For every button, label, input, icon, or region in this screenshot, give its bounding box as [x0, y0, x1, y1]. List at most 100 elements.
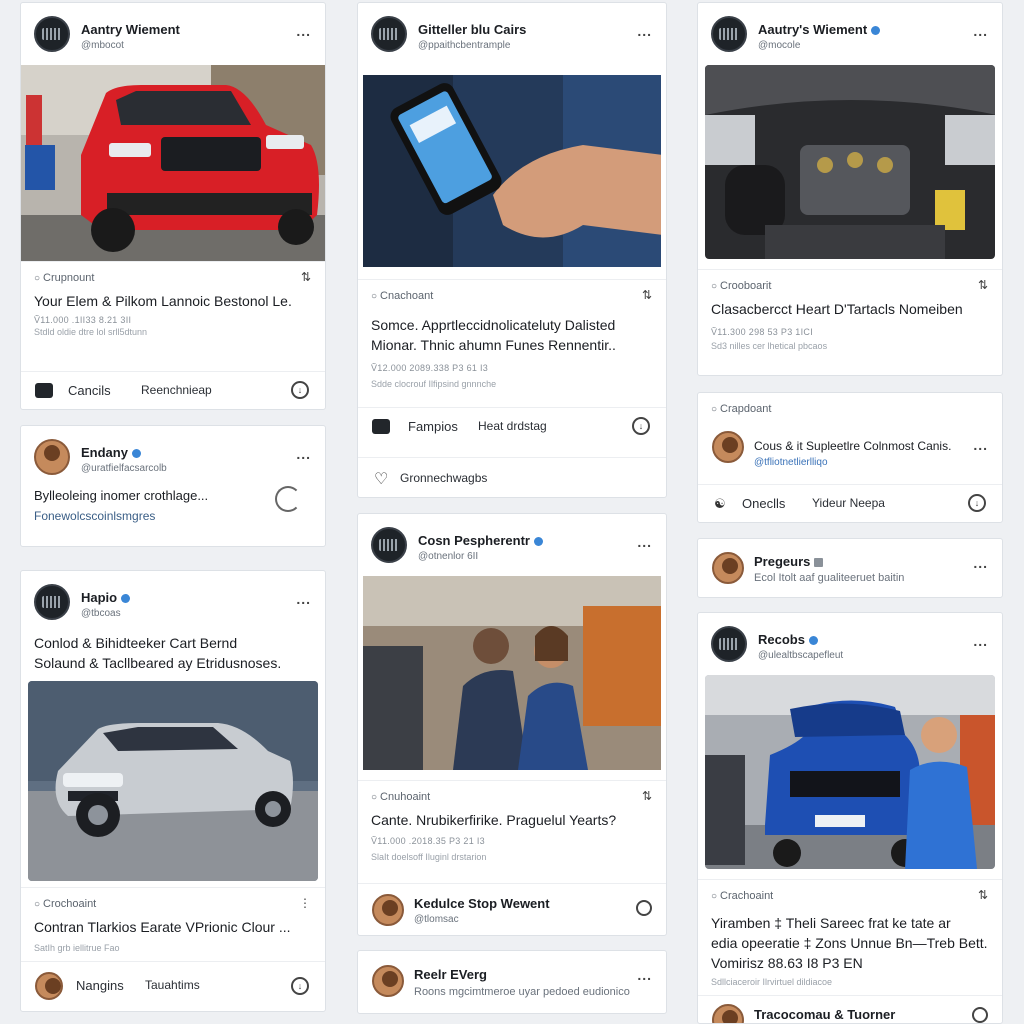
account-handle[interactable]: @otnenlor 6II: [418, 551, 478, 562]
more-icon[interactable]: ...: [296, 591, 311, 607]
account-name[interactable]: Endany: [81, 445, 141, 460]
account-avatar[interactable]: [34, 584, 70, 620]
more-icon[interactable]: ...: [637, 23, 652, 39]
bookmark-icon[interactable]: ↓: [291, 977, 309, 995]
account-name[interactable]: Pregeurs: [754, 554, 824, 569]
cancel-button[interactable]: Cancils: [68, 383, 111, 398]
account-handle[interactable]: @tbcoas: [81, 608, 121, 619]
post-source[interactable]: Crachoaint: [711, 890, 773, 902]
research-button[interactable]: Reenchnieap: [141, 383, 212, 397]
post-source[interactable]: Crupnount: [34, 272, 94, 284]
post-image-red-jeep[interactable]: [21, 65, 325, 261]
post-headline[interactable]: Clasacbercct Heart D'Tartacls Nomeiben: [698, 299, 1002, 319]
post-source[interactable]: Crooboarit: [711, 280, 771, 292]
post-headline-line-1[interactable]: Yiramben ‡ Theli Sareec frat ke tate ar: [698, 913, 1002, 933]
bookmark-icon[interactable]: [972, 1007, 988, 1023]
post-text: Cous & it Supleetlre Colnmost Canis.: [754, 439, 952, 453]
post-link[interactable]: @tfliotnetlierlliqo: [754, 457, 828, 468]
related-account-name[interactable]: Tracocomau & Tuorner: [754, 1007, 895, 1022]
briefcase-icon[interactable]: [35, 383, 53, 398]
post-card-mechanics: Cosn Pespherentr @otnenlor 6II ... Cnuho…: [357, 513, 667, 936]
more-vertical-icon[interactable]: ⋮: [299, 896, 311, 910]
bookmark-icon[interactable]: ↓: [968, 494, 986, 512]
heart-icon[interactable]: ♡: [374, 469, 388, 489]
account-avatar[interactable]: [371, 527, 407, 563]
account-avatar[interactable]: [711, 626, 747, 662]
more-icon[interactable]: ...: [637, 967, 652, 983]
commenter-avatar[interactable]: [35, 972, 63, 1000]
post-headline[interactable]: Contran Tlarkios Earate VPrionic Clour .…: [21, 917, 325, 937]
more-icon[interactable]: ...: [973, 437, 988, 453]
tags-button[interactable]: Tauahtims: [145, 978, 200, 992]
post-image-workshop[interactable]: [363, 576, 661, 770]
account-name[interactable]: Hapio: [81, 590, 131, 605]
post-headline-line-1[interactable]: Somce. Apprtleccidnolicateluty Dalisted: [358, 315, 666, 335]
share-icon[interactable]: ⇅: [642, 789, 652, 803]
related-account-row[interactable]: Tracocomau & Tuorner: [698, 995, 1002, 1023]
post-headline-line-2[interactable]: Mionar. Thnic ahumn Funes Rennentir..: [358, 335, 666, 355]
post-headline-line-2[interactable]: edia opeeratie ‡ Zons Unnue Bn—Treb Bett…: [698, 933, 1002, 953]
related-account-name[interactable]: Kedulce Stop Wewent: [414, 896, 550, 911]
account-avatar[interactable]: [372, 965, 404, 997]
post-source[interactable]: Cnachoant: [371, 290, 433, 302]
share-icon[interactable]: ⇅: [978, 278, 988, 292]
reaction-label[interactable]: Gronnechwagbs: [400, 471, 487, 485]
account-name[interactable]: Aautry's Wiement: [758, 22, 881, 37]
briefcase-icon[interactable]: [372, 419, 390, 434]
post-image-phone[interactable]: [363, 75, 661, 267]
related-account-avatar[interactable]: [712, 1004, 744, 1023]
post-headline-line-3[interactable]: Vomirisz 88.63 I8 P3 EN: [698, 953, 1002, 973]
oneclick-button[interactable]: Oneclls: [742, 496, 785, 511]
account-handle[interactable]: @mocole: [758, 40, 800, 51]
post-subtext: SlaIt doelsoff Iluginl drstarion: [371, 852, 487, 862]
more-icon[interactable]: ...: [296, 23, 311, 39]
account-handle[interactable]: @ulealtbscapefleut: [758, 650, 843, 661]
view-button[interactable]: Yideur Neepa: [812, 496, 885, 510]
account-name[interactable]: Aantry Wiement: [81, 22, 180, 37]
account-avatar[interactable]: [371, 16, 407, 52]
account-avatar[interactable]: [712, 552, 744, 584]
account-name[interactable]: Gitteller blu Cairs: [418, 22, 526, 37]
account-name[interactable]: Recobs: [758, 632, 818, 647]
account-avatar[interactable]: [712, 431, 744, 463]
account-row[interactable]: Reelr EVerg Roons mgcimtmeroe uyar pedoe…: [358, 951, 666, 1013]
account-avatar[interactable]: [711, 16, 747, 52]
more-icon[interactable]: ...: [296, 446, 311, 462]
users-icon[interactable]: ☯: [714, 496, 726, 512]
account-name[interactable]: Reelr EVerg: [414, 967, 487, 982]
heat-strategy-button[interactable]: Heat drdstag: [478, 419, 547, 433]
share-icon[interactable]: ⇅: [978, 888, 988, 902]
comments-button[interactable]: Nangins: [76, 978, 124, 993]
more-icon[interactable]: ...: [973, 633, 988, 649]
account-row[interactable]: Pregeurs Ecol Itolt aaf gualiteeruet bai…: [698, 539, 1002, 597]
account-handle[interactable]: @ppaithcbentrample: [418, 40, 510, 51]
related-account-avatar[interactable]: [372, 894, 404, 926]
refresh-icon[interactable]: [275, 486, 301, 512]
more-icon[interactable]: ...: [637, 534, 652, 550]
account-name[interactable]: Cosn Pespherentr: [418, 533, 543, 548]
post-image-silver-suv[interactable]: [28, 681, 318, 881]
account-handle[interactable]: @mbocot: [81, 40, 124, 51]
account-row[interactable]: Cous & it Supleetlre Colnmost Canis. @tf…: [698, 419, 1002, 477]
post-source[interactable]: Crapdoant: [711, 403, 771, 415]
post-image-engine[interactable]: [705, 65, 995, 259]
post-headline[interactable]: Your Elem & Pilkom Lannoic Bestonol Le.: [21, 291, 325, 311]
account-avatar[interactable]: [34, 439, 70, 475]
share-icon[interactable]: ⇅: [301, 270, 311, 284]
samples-button[interactable]: Fampios: [408, 419, 458, 434]
account-handle[interactable]: @uratfielfacsarcolb: [81, 463, 167, 474]
account-avatar[interactable]: [34, 16, 70, 52]
related-account-handle[interactable]: @tlomsac: [414, 914, 459, 925]
post-source[interactable]: Cnuhoaint: [371, 791, 430, 803]
bookmark-icon[interactable]: [636, 900, 652, 916]
post-image-blue-suv-mechanic[interactable]: [705, 675, 995, 869]
share-icon[interactable]: ⇅: [642, 288, 652, 302]
bookmark-icon[interactable]: ↓: [291, 381, 309, 399]
bookmark-icon[interactable]: ↓: [632, 417, 650, 435]
post-source[interactable]: Crochoaint: [34, 898, 96, 910]
related-account-row[interactable]: Kedulce Stop Wewent @tlomsac: [358, 883, 666, 935]
more-icon[interactable]: ...: [973, 555, 988, 571]
post-headline[interactable]: Cante. Nrubikerfirike. Praguelul Yearts?: [358, 810, 666, 830]
more-icon[interactable]: ...: [973, 23, 988, 39]
garage-photo: [705, 675, 995, 869]
